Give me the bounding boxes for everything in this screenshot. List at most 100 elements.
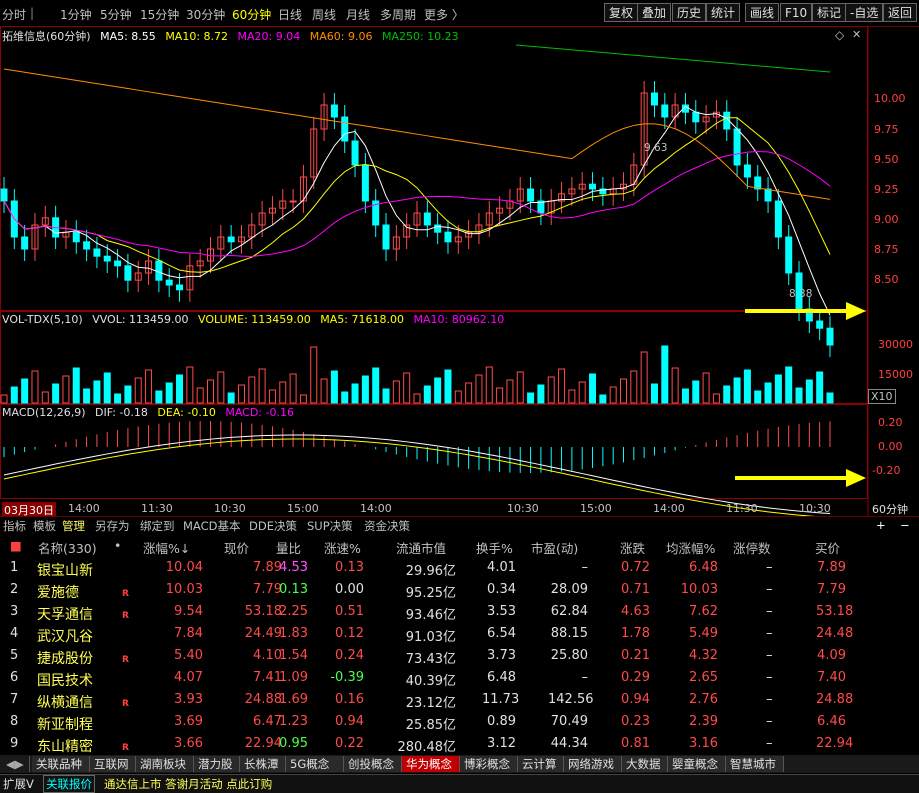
col-name[interactable]: 名称(330) xyxy=(38,538,97,557)
table-row[interactable]: 9 东山精密 3.66 22.94 0.95 0.22 280.48亿 3.12 44.34 0.… xyxy=(0,734,919,756)
col-avg-change[interactable]: 均涨幅% xyxy=(666,538,715,557)
period-tab-more[interactable]: 更多 〉 xyxy=(424,6,464,23)
margin-tag: R xyxy=(122,611,129,621)
tab-macd-basic[interactable]: MACD基本 xyxy=(183,518,240,534)
sector-tab[interactable]: 博彩概念 xyxy=(460,756,518,772)
table-row[interactable]: 4 武汉凡谷 7.84 24.49 1.83 0.12 91.03亿 6.54 88.15 1.7… xyxy=(0,624,919,646)
tab-scroll-left-icon[interactable]: ◀▶ xyxy=(2,756,30,772)
volume-bar xyxy=(72,367,80,404)
add-icon[interactable]: + xyxy=(876,518,886,532)
stats-button[interactable]: 统计 xyxy=(706,3,741,22)
candle-body xyxy=(165,279,173,286)
diamond-icon[interactable]: ◇ xyxy=(835,28,844,42)
news-ticker[interactable]: 通达信上市 答谢月活动 点此订购 xyxy=(104,776,272,792)
table-row[interactable]: 8 新亚制程 3.69 6.47 1.23 0.94 25.85亿 0.89 70.49 0.23… xyxy=(0,712,919,734)
f10-button[interactable]: F10 xyxy=(780,3,813,22)
col-price[interactable]: 现价 xyxy=(224,538,249,557)
ma60-line xyxy=(3,68,831,200)
overlay-button[interactable]: 叠加 xyxy=(637,3,672,22)
candle-body xyxy=(785,236,793,274)
sector-tab[interactable]: 互联网 xyxy=(90,756,136,772)
tab-sup[interactable]: SUP决策 xyxy=(307,518,353,534)
vol-ma10-legend: MA10: 80962.10 xyxy=(413,313,505,326)
price: 24.49 xyxy=(244,626,282,641)
sector-tab[interactable]: 婴童概念 xyxy=(668,756,726,772)
stock-name: 纵横通信 xyxy=(37,695,93,711)
turnover: 11.73 xyxy=(482,692,520,707)
col-speed[interactable]: 涨速% xyxy=(324,538,361,557)
period-indicator[interactable]: 60分钟 xyxy=(872,501,908,517)
x-axis-label: 11:30 xyxy=(141,502,173,515)
turnover: 3.73 xyxy=(487,648,516,663)
candle-body xyxy=(330,104,338,118)
col-turnover[interactable]: 换手% xyxy=(476,538,513,557)
vol-title: VOL-TDX(5,10) xyxy=(2,313,83,326)
candle-body xyxy=(361,164,369,202)
sector-tab[interactable]: 关联品种 xyxy=(32,756,90,772)
sector-tab[interactable]: 网络游戏 xyxy=(564,756,622,772)
sector-tab[interactable]: 长株潭 xyxy=(240,756,286,772)
kline-chart-area[interactable] xyxy=(0,26,919,516)
sector-tab[interactable]: 大数据 xyxy=(622,756,668,772)
col-pe[interactable]: 市盈(动) xyxy=(531,538,578,557)
volume-bar xyxy=(444,369,452,404)
sector-tab[interactable]: 5G概念 xyxy=(286,756,344,772)
tab-template[interactable]: 模板 xyxy=(33,518,56,534)
stock-name: 东山精密 xyxy=(37,739,93,755)
volume-bar xyxy=(723,385,731,404)
row-index: 1 xyxy=(10,560,19,575)
tab-indicator[interactable]: 指标 xyxy=(3,518,26,534)
period-tab-tick[interactable]: 分时 xyxy=(2,6,26,23)
sector-tab[interactable]: 潜力股 xyxy=(194,756,240,772)
table-row[interactable]: 6 国民技术 4.07 7.41 1.09 -0.39 40.39亿 6.48 – 0.29 2.6… xyxy=(0,668,919,690)
tab-dde[interactable]: DDE决策 xyxy=(249,518,297,534)
macd-legend: MACD(12,26,9) DIF: -0.18 DEA: -0.10 MACD… xyxy=(2,406,300,419)
sector-tab[interactable]: 云计算 xyxy=(518,756,564,772)
col-change-pct[interactable]: 涨幅%↓ xyxy=(143,538,190,557)
period-tab-30min[interactable]: 30分钟 xyxy=(186,6,225,23)
period-tab-day[interactable]: 日线 xyxy=(278,6,302,23)
col-market-cap[interactable]: 流通市值 xyxy=(396,538,446,557)
col-diff[interactable]: 涨跌 xyxy=(620,538,645,557)
draw-button[interactable]: 画线 xyxy=(745,3,780,22)
ma20-legend: MA20: 9.04 xyxy=(237,30,301,43)
adjust-button[interactable]: 复权 xyxy=(604,3,639,22)
sector-tab[interactable]: 湖南板块 xyxy=(136,756,194,772)
close-icon[interactable]: ✕ xyxy=(852,28,861,41)
stock-name: 国民技术 xyxy=(37,673,93,689)
sector-tab[interactable]: 创投概念 xyxy=(344,756,402,772)
col-volume-ratio[interactable]: 量比 xyxy=(276,538,301,557)
watchlist-button[interactable]: -自选 xyxy=(845,3,884,22)
tab-bind[interactable]: 绑定到 xyxy=(140,518,175,534)
limit-count: – xyxy=(766,714,773,729)
period-tab-month[interactable]: 月线 xyxy=(346,6,370,23)
checkbox-icon[interactable]: ■ xyxy=(10,538,22,553)
table-row[interactable]: 3 天孚通信 9.54 53.18 2.25 0.51 93.46亿 3.53 62.84 4.6… xyxy=(0,602,919,624)
table-row[interactable]: 1 银宝山新 10.04 7.89 4.53 0.13 29.96亿 4.01–0.72 6.4… xyxy=(0,558,919,580)
history-button[interactable]: 历史 xyxy=(672,3,707,22)
sector-tab[interactable]: 华为概念 xyxy=(402,756,460,772)
table-row[interactable]: 5 捷成股份 5.40 4.10 1.54 0.24 73.43亿 3.73 25.80 0.21… xyxy=(0,646,919,668)
period-tab-5min[interactable]: 5分钟 xyxy=(100,6,132,23)
volume-bar xyxy=(196,387,204,404)
table-row[interactable]: 7 纵横通信 3.93 24.88 1.69 0.16 23.12亿 11.73 142.56 0… xyxy=(0,690,919,712)
col-limit-count[interactable]: 涨停数 xyxy=(733,538,771,557)
minus-icon[interactable]: − xyxy=(900,518,910,532)
sector-tab[interactable]: 智慧城市 xyxy=(726,756,784,772)
period-tab-week[interactable]: 周线 xyxy=(312,6,336,23)
period-tab-60min[interactable]: 60分钟 xyxy=(232,6,271,23)
avg-change: 3.16 xyxy=(689,736,718,751)
tab-save-as[interactable]: 另存为 xyxy=(95,518,130,534)
period-tab-15min[interactable]: 15分钟 xyxy=(140,6,179,23)
related-quote-button[interactable]: 关联报价 xyxy=(43,775,95,793)
period-tab-1min[interactable]: 1分钟 xyxy=(60,6,92,23)
back-button[interactable]: 返回 xyxy=(883,3,918,22)
table-row[interactable]: 2 爱施德 10.03 7.79 0.13 0.00 95.25亿 0.34 28.09 0.71… xyxy=(0,580,919,602)
period-tab-multi[interactable]: 多周期 xyxy=(380,6,416,23)
tab-funds[interactable]: 资金决策 xyxy=(364,518,410,534)
tab-manage[interactable]: 管理 xyxy=(62,518,85,534)
change-pct: 10.03 xyxy=(165,582,203,597)
expand-button[interactable]: 扩展V xyxy=(3,776,34,792)
col-bid[interactable]: 买价 xyxy=(815,538,840,557)
mark-button[interactable]: 标记 xyxy=(812,3,847,22)
